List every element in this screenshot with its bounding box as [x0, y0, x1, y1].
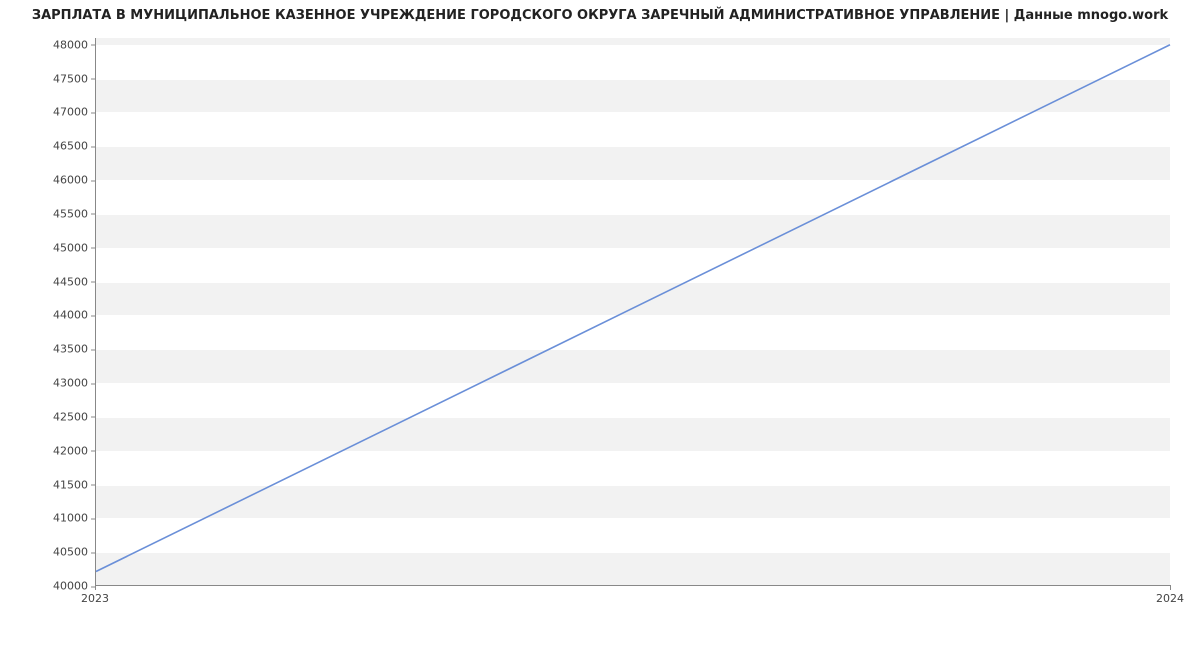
y-tick-label: 42000 — [8, 444, 88, 457]
y-tick-label: 48000 — [8, 38, 88, 51]
y-tick-label: 40500 — [8, 546, 88, 559]
plot-area — [95, 38, 1170, 586]
y-tick-label: 47500 — [8, 72, 88, 85]
x-tick-label: 2023 — [81, 592, 109, 605]
y-tick-label: 46000 — [8, 174, 88, 187]
y-tick-label: 43000 — [8, 377, 88, 390]
y-tick-label: 44500 — [8, 275, 88, 288]
line-series — [96, 38, 1170, 585]
y-tick-label: 41500 — [8, 478, 88, 491]
y-tick-label: 41000 — [8, 512, 88, 525]
y-tick-label: 46500 — [8, 140, 88, 153]
gridline — [96, 586, 1170, 587]
y-tick-label: 47000 — [8, 106, 88, 119]
x-tick-label: 2024 — [1156, 592, 1184, 605]
y-tick-label: 45000 — [8, 241, 88, 254]
y-tick-label: 42500 — [8, 410, 88, 423]
chart-title: ЗАРПЛАТА В МУНИЦИПАЛЬНОЕ КАЗЕННОЕ УЧРЕЖД… — [0, 8, 1200, 23]
y-tick-label: 45500 — [8, 207, 88, 220]
y-tick-label: 40000 — [8, 580, 88, 593]
chart-container: ЗАРПЛАТА В МУНИЦИПАЛЬНОЕ КАЗЕННОЕ УЧРЕЖД… — [0, 0, 1200, 650]
data-line — [96, 45, 1170, 572]
y-tick-label: 43500 — [8, 343, 88, 356]
y-tick-label: 44000 — [8, 309, 88, 322]
